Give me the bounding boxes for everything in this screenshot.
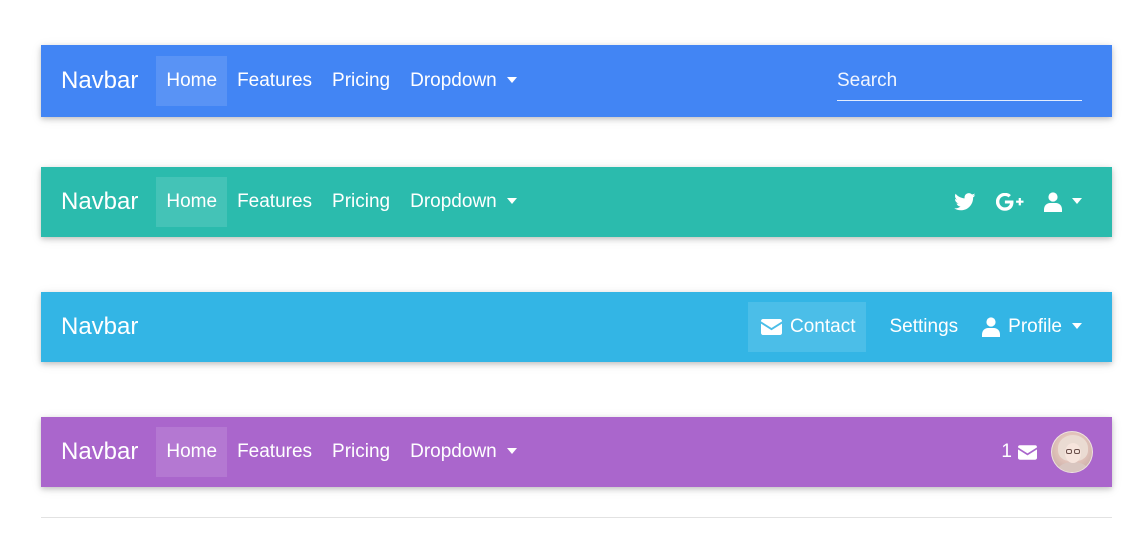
profile-label: Profile — [1008, 316, 1062, 337]
nav-link-features[interactable]: Features — [227, 177, 322, 227]
nav-dropdown[interactable]: Dropdown — [400, 56, 527, 106]
avatar-glasses — [1066, 449, 1072, 454]
navbar-brand[interactable]: Navbar — [61, 313, 138, 341]
user-dropdown[interactable] — [1034, 177, 1092, 227]
nav-link-pricing[interactable]: Pricing — [322, 427, 400, 477]
messages-button[interactable]: 1 — [991, 427, 1047, 477]
nav-link-home[interactable]: Home — [156, 427, 228, 477]
nav-dropdown-label: Dropdown — [410, 441, 497, 462]
caret-down-icon — [506, 448, 517, 454]
divider — [41, 517, 1112, 518]
caret-down-icon — [1072, 323, 1082, 329]
envelope-icon — [761, 319, 782, 335]
navbar-default: Navbar Home Features Pricing Dropdown — [41, 167, 1112, 237]
nav-link-home[interactable]: Home — [156, 56, 228, 106]
nav-link-pricing[interactable]: Pricing — [322, 177, 400, 227]
navbar-info: Navbar Contact Settings Profile — [41, 292, 1112, 362]
nav-links: Home Features Pricing Dropdown — [156, 427, 526, 477]
nav-links-right: Contact Settings Profile — [748, 302, 1092, 352]
envelope-icon — [1018, 444, 1037, 460]
nav-links: Home Features Pricing Dropdown — [156, 177, 526, 227]
nav-links: Home Features Pricing Dropdown — [156, 56, 526, 106]
nav-dropdown[interactable]: Dropdown — [400, 427, 527, 477]
nav-dropdown-label: Dropdown — [410, 70, 497, 91]
avatar-body — [1058, 462, 1088, 472]
navbar-brand[interactable]: Navbar — [61, 67, 138, 95]
search-field — [837, 61, 1082, 101]
navbar-primary: Navbar Home Features Pricing Dropdown — [41, 45, 1112, 117]
nav-link-features[interactable]: Features — [227, 56, 322, 106]
google-plus-icon — [996, 193, 1024, 211]
navbar-brand[interactable]: Navbar — [61, 438, 138, 466]
google-plus-button[interactable] — [986, 177, 1034, 227]
nav-link-contact[interactable]: Contact — [748, 302, 867, 352]
message-count: 1 — [1001, 441, 1012, 462]
navbar-secondary: Navbar Home Features Pricing Dropdown 1 — [41, 417, 1112, 487]
nav-link-pricing[interactable]: Pricing — [322, 56, 400, 106]
navbar-brand[interactable]: Navbar — [61, 188, 138, 216]
twitter-button[interactable] — [944, 177, 986, 227]
search-input[interactable] — [837, 69, 1082, 92]
nav-profile-dropdown[interactable]: Profile — [970, 302, 1092, 352]
twitter-icon — [954, 193, 976, 211]
nav-dropdown[interactable]: Dropdown — [400, 177, 527, 227]
nav-link-settings[interactable]: Settings — [866, 302, 970, 352]
caret-down-icon — [506, 198, 517, 204]
nav-dropdown-label: Dropdown — [410, 191, 497, 212]
caret-down-icon — [506, 77, 517, 83]
user-icon — [1044, 192, 1062, 212]
avatar-glasses — [1074, 449, 1080, 454]
user-icon — [982, 317, 1001, 337]
nav-link-features[interactable]: Features — [227, 427, 322, 477]
contact-label: Contact — [790, 316, 856, 337]
nav-link-home[interactable]: Home — [156, 177, 228, 227]
avatar[interactable] — [1051, 431, 1093, 473]
caret-down-icon — [1072, 198, 1082, 204]
